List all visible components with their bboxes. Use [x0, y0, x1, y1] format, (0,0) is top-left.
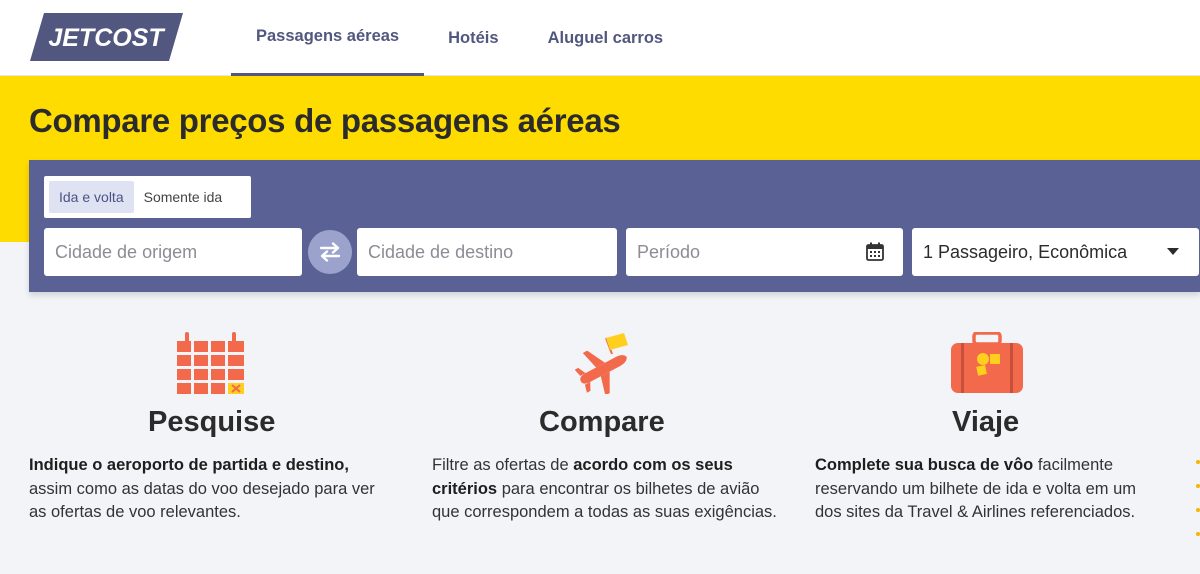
- feature-title-travel: Viaje: [952, 406, 1020, 438]
- jetcost-logo[interactable]: JETCOST: [30, 13, 183, 61]
- origin-input[interactable]: Cidade de origem: [44, 228, 302, 276]
- nav-tab-hotels[interactable]: Hotéis: [424, 0, 522, 76]
- origin-placeholder: Cidade de origem: [55, 241, 198, 262]
- caret-down-icon: [1167, 248, 1179, 255]
- page-title: Compare preços de passagens aéreas: [29, 102, 621, 139]
- feature-desc-search-rest: assim como as datas do voo desejado para…: [29, 479, 375, 522]
- feature-desc-travel-bold: Complete sua busca de vôo: [815, 456, 1034, 474]
- airplane-flag-icon: [574, 333, 628, 394]
- feature-desc-search-bold: Indique o aeroporto de partida e destino…: [29, 456, 349, 474]
- swap-cities-button[interactable]: [308, 230, 352, 274]
- nav-tab-car-rental[interactable]: Aluguel carros: [523, 0, 688, 76]
- carousel-edge-decoration: [1196, 460, 1200, 556]
- destination-placeholder: Cidade de destino: [368, 241, 514, 262]
- passengers-select[interactable]: 1 Passageiro, Econômica: [912, 228, 1199, 276]
- trip-type-round-trip[interactable]: Ida e volta: [49, 181, 134, 213]
- calendar-grid-icon: [177, 332, 244, 394]
- period-placeholder: Período: [637, 241, 701, 262]
- main-nav: Passagens aéreas Hotéis Aluguel carros: [231, 0, 687, 76]
- suitcase-icon: [951, 332, 1023, 393]
- trip-type-one-way[interactable]: Somente ida: [134, 181, 233, 213]
- feature-desc-compare-pre: Filtre as ofertas de: [432, 456, 574, 474]
- site-header: JETCOST Passagens aéreas Hotéis Aluguel …: [0, 0, 1200, 76]
- date-period-input[interactable]: Período: [626, 228, 903, 276]
- feature-title-search: Pesquise: [148, 406, 276, 438]
- feature-desc-travel: Complete sua busca de vôo facilmente res…: [815, 454, 1155, 525]
- nav-tab-flights[interactable]: Passagens aéreas: [231, 0, 425, 76]
- destination-input[interactable]: Cidade de destino: [357, 228, 617, 276]
- trip-type-toggle: Ida e volta Somente ida: [44, 176, 251, 218]
- calendar-icon: [866, 242, 884, 261]
- swap-arrows-icon: [319, 242, 341, 262]
- feature-title-compare: Compare: [539, 406, 665, 438]
- passengers-value: 1 Passageiro, Econômica: [923, 241, 1128, 262]
- feature-desc-search: Indique o aeroporto de partida e destino…: [29, 454, 389, 525]
- logo-text: JETCOST: [48, 24, 166, 52]
- feature-desc-compare: Filtre as ofertas de acordo com os seus …: [432, 454, 777, 525]
